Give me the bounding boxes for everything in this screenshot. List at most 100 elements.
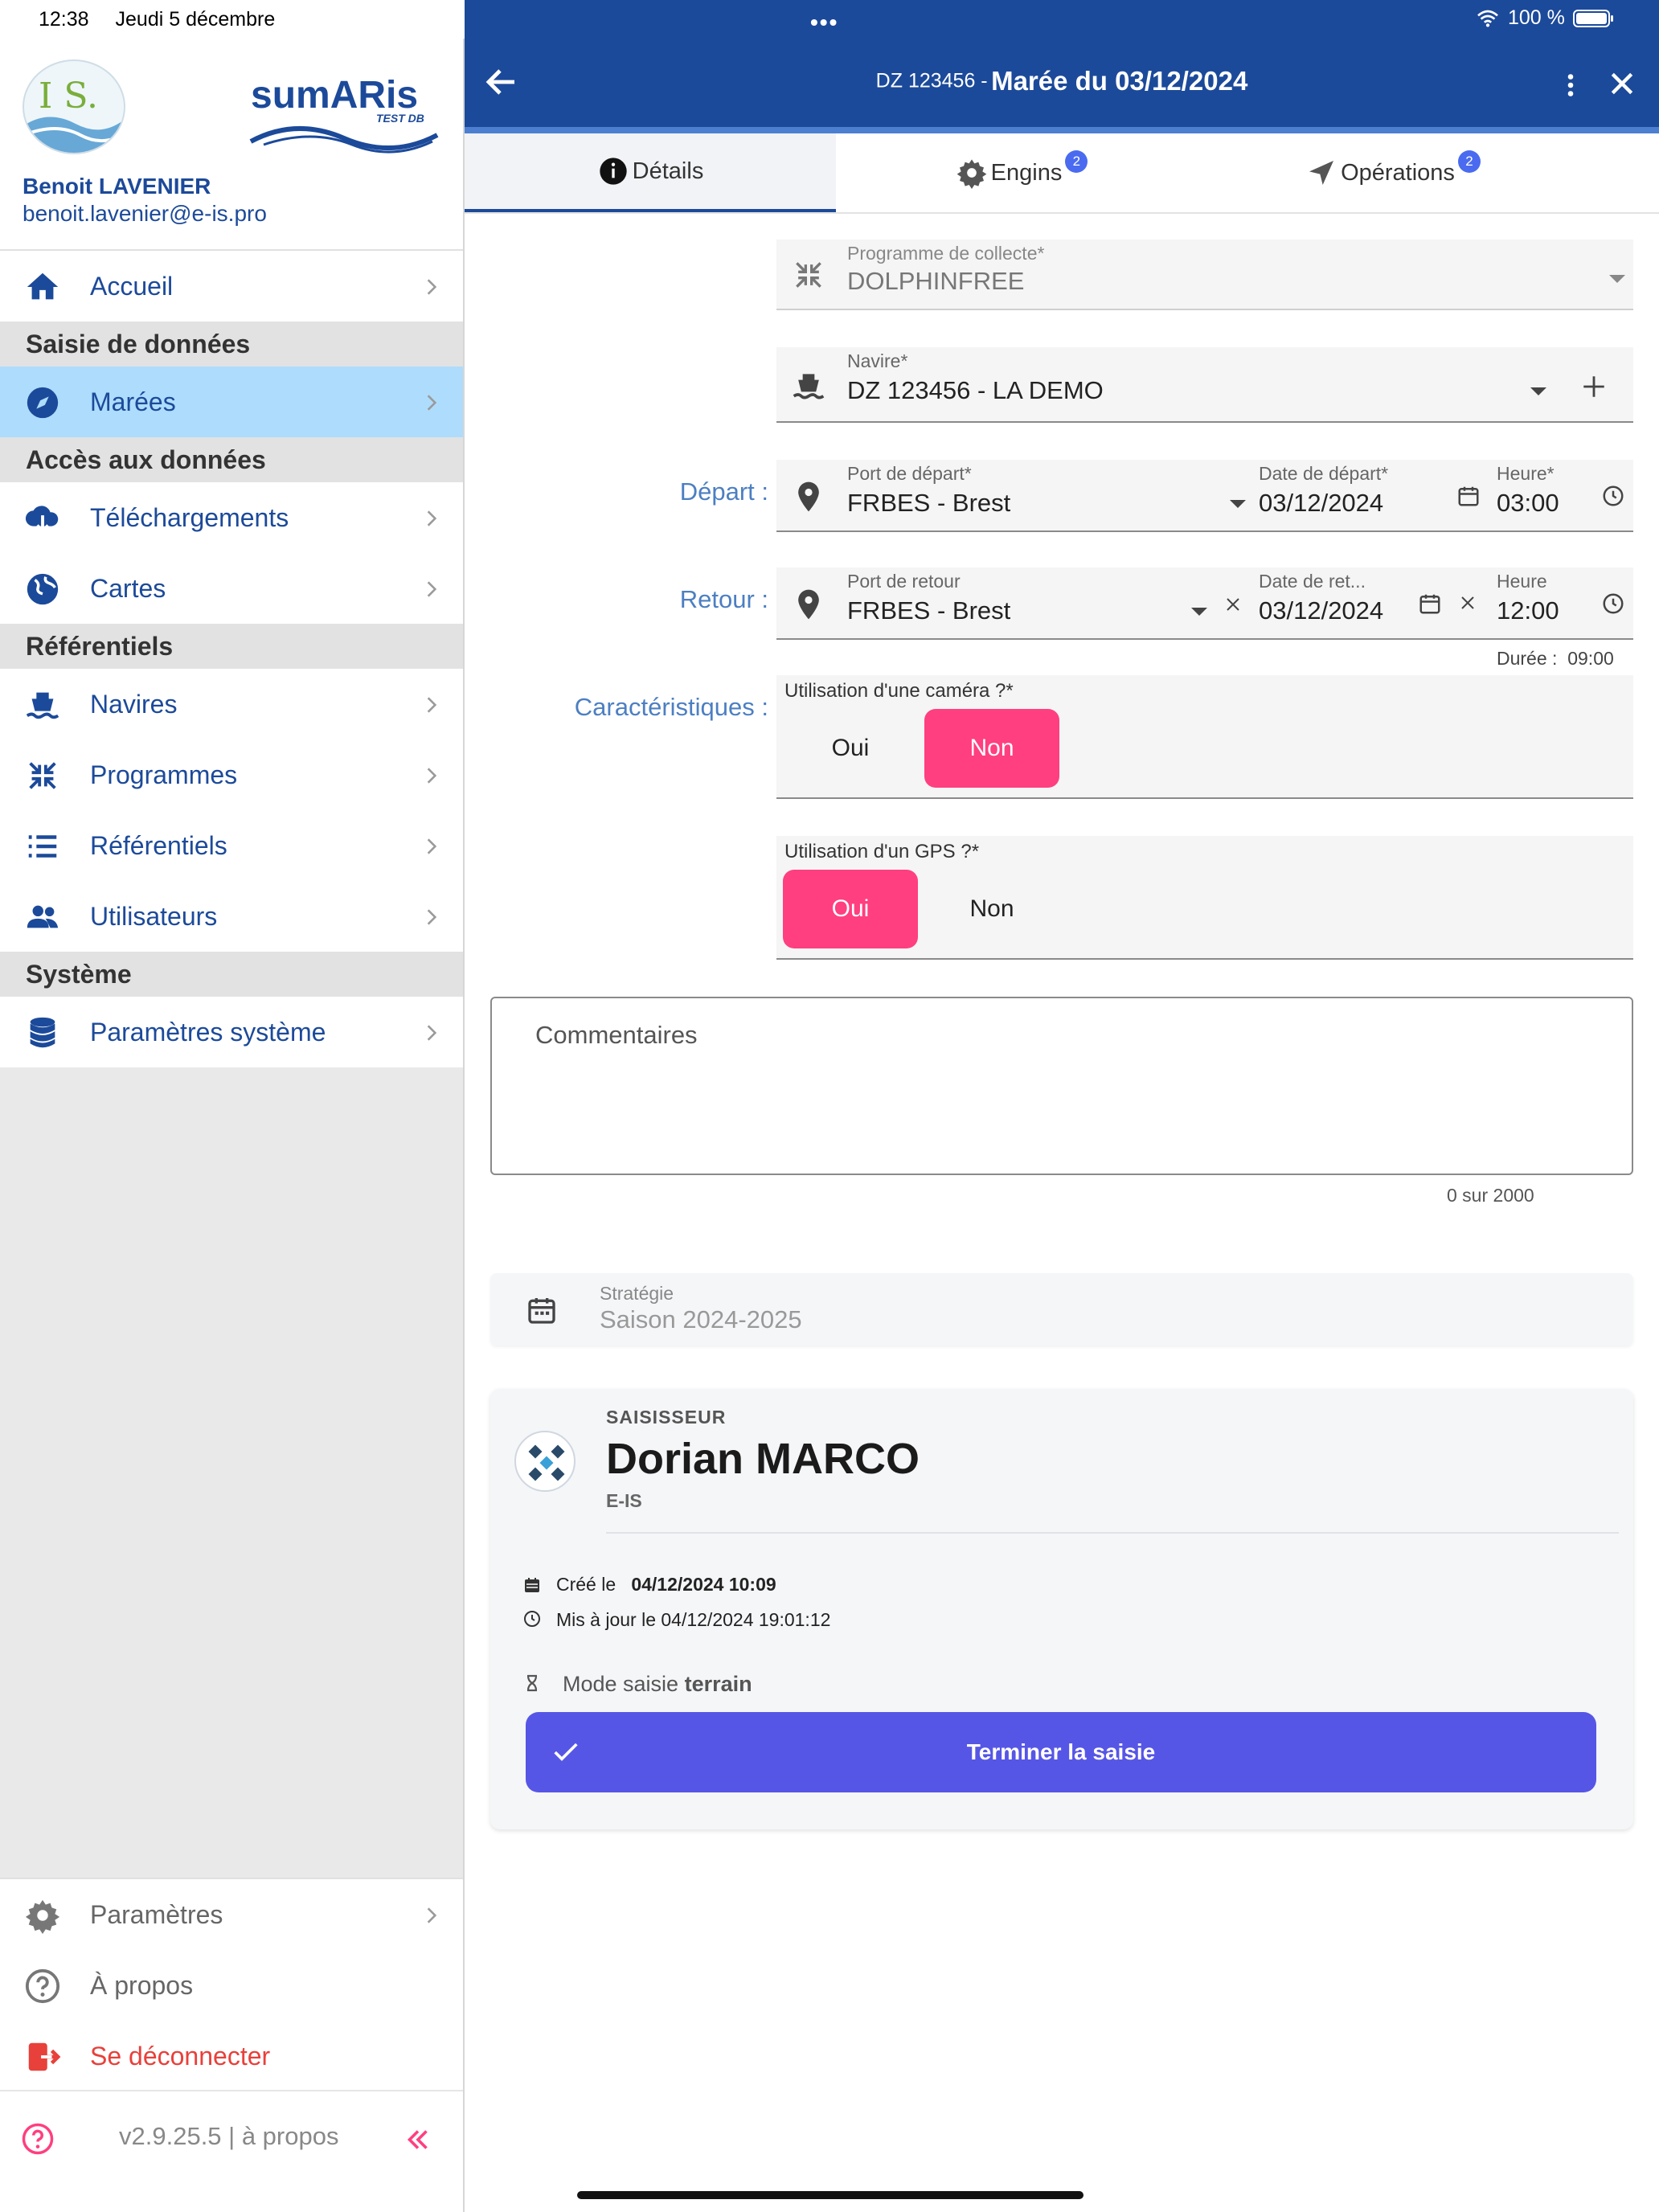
status-time: 12:38 (39, 8, 89, 31)
list-icon (28, 835, 57, 858)
camera-no-button[interactable]: Non (924, 709, 1059, 788)
return-row-label: Retour : (679, 585, 768, 613)
return-time-value: 12:00 (1497, 596, 1559, 625)
clear-icon[interactable] (1223, 595, 1243, 614)
nav-system-params[interactable]: Paramètres système (0, 997, 463, 1067)
multitask-dots: ••• (810, 10, 839, 35)
nav-settings[interactable]: Paramètres (0, 1879, 463, 1950)
tab-details[interactable]: Détails (465, 133, 836, 212)
more-vertical-icon[interactable] (1556, 68, 1585, 103)
departure-port-label: Port de départ* (847, 463, 972, 484)
toolbar-accent (465, 127, 1659, 133)
title-prefix: DZ 123456 - (875, 69, 988, 92)
avatar (514, 1431, 576, 1492)
departure-date-value: 03/12/2024 (1259, 489, 1384, 517)
dropdown-arrow-icon[interactable] (1230, 500, 1246, 510)
departure-time-input[interactable]: Heure* 03:00 (1489, 460, 1633, 532)
tab-gears[interactable]: Engins 2 (836, 133, 1207, 212)
collapse-menu-icon[interactable] (403, 2125, 432, 2154)
camera-label: Utilisation d'une caméra ?* (784, 680, 1014, 702)
hourglass-icon (526, 1674, 538, 1692)
close-icon[interactable] (1606, 68, 1638, 100)
departure-port-select[interactable]: Port de départ* FRBES - Brest (776, 460, 1251, 532)
gps-yes-button[interactable]: Oui (783, 870, 918, 948)
comments-counter: 0 sur 2000 (1447, 1185, 1534, 1206)
chevron-right-icon (427, 1907, 437, 1923)
departure-time-label: Heure* (1497, 463, 1555, 484)
comments-textarea[interactable]: Commentaires (490, 997, 1633, 1175)
svg-text:TEST DB: TEST DB (376, 112, 424, 125)
program-value: DOLPHINFREE (847, 267, 1025, 295)
dropdown-arrow-icon[interactable] (1530, 387, 1546, 397)
nav-logout[interactable]: Se déconnecter (0, 2021, 463, 2091)
recorder-org: E-IS (606, 1490, 642, 1511)
section-referentials: Référentiels (0, 624, 463, 669)
section-system: Système (0, 952, 463, 997)
nav-users[interactable]: Utilisateurs (0, 881, 463, 952)
vessel-select[interactable]: Navire* DZ 123456 - LA DEMO (776, 347, 1633, 423)
recorder-role: SAISISSEUR (606, 1407, 727, 1428)
clock-icon (524, 1611, 540, 1627)
clear-icon[interactable] (1458, 593, 1477, 612)
nav-vessels[interactable]: Navires (0, 669, 463, 739)
add-icon[interactable] (1580, 373, 1608, 400)
camera-yes-button[interactable]: Oui (783, 709, 918, 788)
clock-icon[interactable] (1601, 592, 1625, 616)
nav-referentials[interactable]: Référentiels (0, 810, 463, 881)
calendar-icon[interactable] (1418, 592, 1442, 616)
globe-icon (27, 573, 59, 605)
finish-input-label: Terminer la saisie (966, 1739, 1156, 1764)
duration: Durée : 09:00 (1497, 648, 1614, 670)
tab-operations[interactable]: Opérations 2 (1207, 133, 1579, 212)
battery-icon (1572, 9, 1613, 27)
strategy-label: Stratégie (600, 1283, 674, 1304)
dropdown-arrow-icon[interactable] (1191, 608, 1207, 617)
status-bar-right: 100 % (1476, 6, 1615, 30)
help-circle-icon[interactable] (21, 2122, 55, 2156)
nav-maps-label: Cartes (90, 573, 166, 603)
camera-toggle-group: Utilisation d'une caméra ?* Oui Non (776, 675, 1633, 799)
created-date: Créé le 04/12/2024 10:09 (556, 1574, 776, 1596)
chevron-right-icon (427, 279, 437, 295)
strategy-value: Saison 2024-2025 (600, 1305, 802, 1333)
navigation-arrow-icon (1309, 161, 1334, 185)
nav-referentials-label: Référentiels (90, 830, 227, 860)
program-select[interactable]: Programme de collecte* DOLPHINFREE (776, 240, 1633, 310)
calendar-icon (525, 1578, 539, 1592)
chevron-right-icon (427, 395, 437, 411)
version-link[interactable]: v2.9.25.5 | à propos (119, 2122, 338, 2151)
gps-no-button[interactable]: Non (924, 870, 1059, 948)
nav-programs-label: Programmes (90, 760, 238, 789)
nav-downloads[interactable]: Téléchargements (0, 482, 463, 553)
eis-logo: I S. (23, 59, 125, 154)
departure-date-input[interactable]: Date de départ* 03/12/2024 (1251, 460, 1489, 532)
finish-input-button[interactable]: Terminer la saisie (526, 1712, 1596, 1792)
nav-about[interactable]: À propos (0, 1950, 463, 2021)
location-pin-icon (798, 481, 819, 512)
return-date-input[interactable]: Date de ret... 03/12/2024 (1251, 567, 1489, 640)
return-port-label: Port de retour (847, 571, 961, 592)
calendar-icon[interactable] (1456, 484, 1481, 508)
sumaris-logo: sumARis TEST DB (248, 61, 440, 158)
nav-home-label: Accueil (90, 271, 174, 301)
strategy-field: Stratégie Saison 2024-2025 (490, 1273, 1633, 1346)
nav-home[interactable]: Accueil (0, 251, 463, 322)
logout-icon (28, 2042, 61, 2071)
duration-label: Durée : (1497, 648, 1558, 669)
svg-text:sumARis: sumARis (251, 74, 418, 117)
tab-details-label: Détails (632, 158, 704, 184)
nav-users-label: Utilisateurs (90, 901, 218, 931)
departure-date-label: Date de départ* (1259, 463, 1389, 484)
nav-maps[interactable]: Cartes (0, 553, 463, 624)
vessel-value: DZ 123456 - LA DEMO (847, 376, 1104, 404)
departure-row-label: Départ : (679, 477, 768, 506)
return-port-select[interactable]: Port de retour FRBES - Brest (776, 567, 1251, 640)
updated-date: Mis à jour le 04/12/2024 19:01:12 (556, 1609, 831, 1630)
features-row-label: Caractéristiques : (574, 693, 768, 721)
clock-icon[interactable] (1601, 484, 1625, 508)
nav-trips[interactable]: Marées (0, 367, 463, 437)
boat-icon (26, 692, 59, 719)
nav-logout-label: Se déconnecter (90, 2041, 271, 2071)
return-time-input[interactable]: Heure 12:00 (1489, 567, 1633, 640)
nav-programs[interactable]: Programmes (0, 739, 463, 810)
